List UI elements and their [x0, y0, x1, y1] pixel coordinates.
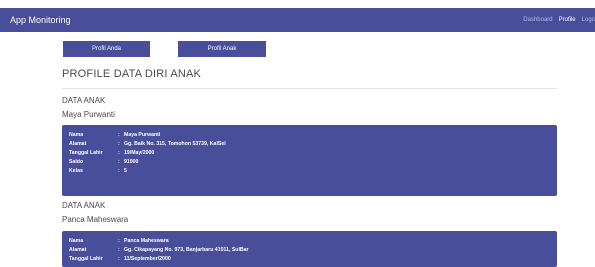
detail-value: Panca Maheswara [124, 237, 169, 244]
detail-row: Nama : Maya Purwanti [62, 130, 557, 139]
detail-row: Tanggal Lahir : 11/September/2000 [62, 254, 557, 263]
nav-link-logout[interactable]: Logo [582, 17, 595, 23]
detail-value: 11/September/2000 [124, 255, 171, 262]
child-name: Panca Maheswara [62, 215, 129, 224]
detail-row: Alamat : Gg. Baik No. 315, Tomohon 53739… [62, 139, 557, 148]
nav-links: Dashboard Profile Logo [517, 8, 595, 32]
detail-row: Kelas : 5 [62, 166, 557, 175]
page-title: PROFILE DATA DIRI ANAK [62, 68, 202, 80]
detail-value: Maya Purwanti [124, 131, 161, 138]
detail-key: Kelas [69, 167, 83, 174]
detail-key: Nama [69, 237, 84, 244]
detail-value: 5 [124, 167, 127, 174]
detail-row: Alamat : Gg. Cikapayang No. 973, Banjarb… [62, 245, 557, 254]
detail-key: Tanggal Lahir [69, 255, 103, 262]
app-brand[interactable]: App Monitoring [10, 15, 71, 25]
detail-value: 19/May/2000 [124, 149, 155, 156]
child-detail-card: Nama : Maya Purwanti Alamat : Gg. Baik N… [62, 125, 557, 196]
child-detail-card: Nama : Panca Maheswara Alamat : Gg. Cika… [62, 231, 557, 267]
nav-link-profile[interactable]: Profile [559, 17, 576, 23]
detail-key: Nama [69, 131, 84, 138]
detail-row: Saldo : 91000 [62, 157, 557, 166]
detail-value: Gg. Baik No. 315, Tomohon 53739, KalSel [124, 140, 226, 147]
detail-key: Alamat [69, 246, 87, 253]
section-label: DATA ANAK [62, 201, 106, 210]
top-navbar: App Monitoring Dashboard Profile Logo [0, 8, 595, 32]
detail-key: Tanggal Lahir [69, 149, 103, 156]
profile-tabs: Profil Anda Profil Anak [63, 41, 266, 57]
nav-link-dashboard[interactable]: Dashboard [523, 17, 552, 23]
tab-profil-anda[interactable]: Profil Anda [63, 41, 150, 57]
detail-row: Nama : Panca Maheswara [62, 236, 557, 245]
detail-key: Alamat [69, 140, 87, 147]
detail-value: 91000 [124, 158, 139, 165]
detail-value: Gg. Cikapayang No. 973, Banjarbaru 41011… [124, 246, 249, 253]
child-name: Maya Purwanti [62, 110, 115, 119]
tab-profil-anak[interactable]: Profil Anak [178, 41, 266, 57]
section-label: DATA ANAK [62, 96, 106, 105]
detail-row: Tanggal Lahir : 19/May/2000 [62, 148, 557, 157]
title-divider [62, 88, 557, 89]
detail-key: Saldo [69, 158, 84, 165]
